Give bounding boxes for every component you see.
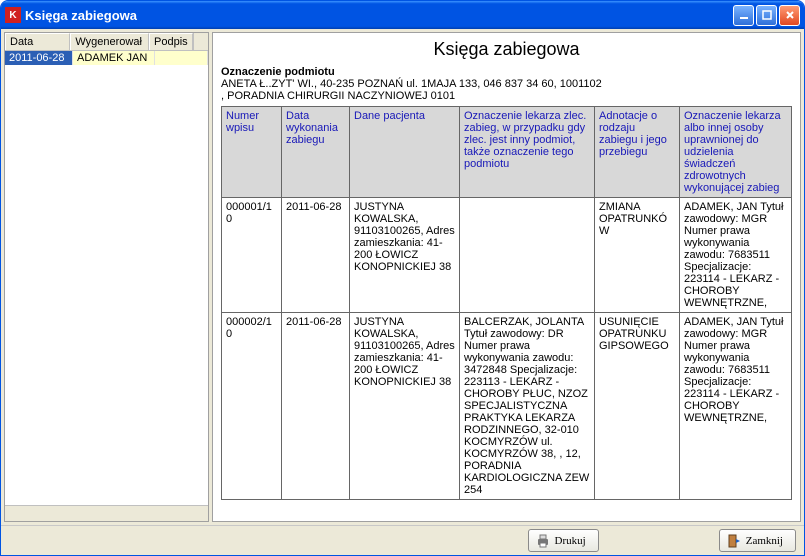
table-header-row: Numer wpisu Data wykonania zabiegu Dane …: [222, 107, 792, 198]
cell: JUSTYNA KOWALSKA, 91103100265, Adres zam…: [350, 198, 460, 313]
horizontal-scrollbar[interactable]: [5, 505, 208, 521]
report-title: Księga zabiegowa: [221, 39, 792, 60]
printer-icon: [535, 533, 551, 549]
footer: Drukuj Zamknij: [1, 525, 804, 555]
report-panel[interactable]: Księga zabiegowa Oznaczenie podmiotu ANE…: [212, 32, 801, 522]
maximize-button[interactable]: [756, 5, 777, 26]
body: Data Wygenerował Podpis 2011-06-28 ADAME…: [1, 29, 804, 525]
th-adnotacje: Adnotacje o rodzaju zabiegu i jego przeb…: [595, 107, 680, 198]
cell: 000002/10: [222, 313, 282, 500]
th-dane-pacjenta: Dane pacjenta: [350, 107, 460, 198]
th-oznaczenie-zlec: Oznaczenie lekarza zlec. zabieg, w przyp…: [460, 107, 595, 198]
cell: ADAMEK, JAN Tytuł zawodowy: MGR Numer pr…: [680, 198, 792, 313]
cell-wygenerowal: ADAMEK JAN: [73, 51, 155, 65]
report-table: Numer wpisu Data wykonania zabiegu Dane …: [221, 106, 792, 500]
left-grid-body[interactable]: 2011-06-28 ADAMEK JAN: [5, 51, 208, 505]
col-header-podpis[interactable]: Podpis: [149, 33, 193, 50]
cell: BALCERZAK, JOLANTA Tytuł zawodowy: DR Nu…: [460, 313, 595, 500]
window: K Księga zabiegowa Data Wygenerował Podp…: [0, 0, 805, 556]
cell: 2011-06-28: [282, 313, 350, 500]
left-panel: Data Wygenerował Podpis 2011-06-28 ADAME…: [4, 32, 209, 522]
col-header-data[interactable]: Data: [5, 33, 70, 50]
print-button[interactable]: Drukuj: [528, 529, 599, 552]
cell: [460, 198, 595, 313]
cell: USUNIĘCIE OPATRUNKU GIPSOWEGO: [595, 313, 680, 500]
cell-data: 2011-06-28: [5, 51, 73, 65]
cell: JUSTYNA KOWALSKA, 91103100265, Adres zam…: [350, 313, 460, 500]
cell: 000001/10: [222, 198, 282, 313]
cell: 2011-06-28: [282, 198, 350, 313]
scroll-spacer: [193, 33, 208, 50]
subject-line-2: , PORADNIA CHIRURGII NACZYNIOWEJ 0101: [221, 90, 792, 102]
door-exit-icon: [726, 533, 742, 549]
close-button[interactable]: [779, 5, 800, 26]
col-header-wygenerowal[interactable]: Wygenerował: [70, 33, 149, 50]
window-title: Księga zabiegowa: [25, 8, 733, 23]
table-row: 000001/10 2011-06-28 JUSTYNA KOWALSKA, 9…: [222, 198, 792, 313]
cell-podpis: [155, 51, 208, 65]
left-grid-header: Data Wygenerował Podpis: [5, 33, 208, 51]
titlebar[interactable]: K Księga zabiegowa: [1, 1, 804, 29]
table-row[interactable]: 2011-06-28 ADAMEK JAN: [5, 51, 208, 65]
cell: ZMIANA OPATRUNKÓW: [595, 198, 680, 313]
th-oznaczenie-lekarza: Oznaczenie lekarza albo innej osoby upra…: [680, 107, 792, 198]
close-dialog-button[interactable]: Zamknij: [719, 529, 796, 552]
th-numer-wpisu: Numer wpisu: [222, 107, 282, 198]
close-dialog-label: Zamknij: [746, 535, 783, 547]
th-data-wykonania: Data wykonania zabiegu: [282, 107, 350, 198]
app-icon: K: [5, 7, 21, 23]
print-button-label: Drukuj: [555, 535, 586, 547]
window-controls: [733, 5, 800, 26]
table-row: 000002/10 2011-06-28 JUSTYNA KOWALSKA, 9…: [222, 313, 792, 500]
subject-line-1: ANETA Ł..ZYT' WI., 40-235 POZNAŃ ul. 1MA…: [221, 78, 792, 90]
cell: ADAMEK, JAN Tytuł zawodowy: MGR Numer pr…: [680, 313, 792, 500]
minimize-button[interactable]: [733, 5, 754, 26]
subject-label: Oznaczenie podmiotu: [221, 66, 792, 78]
